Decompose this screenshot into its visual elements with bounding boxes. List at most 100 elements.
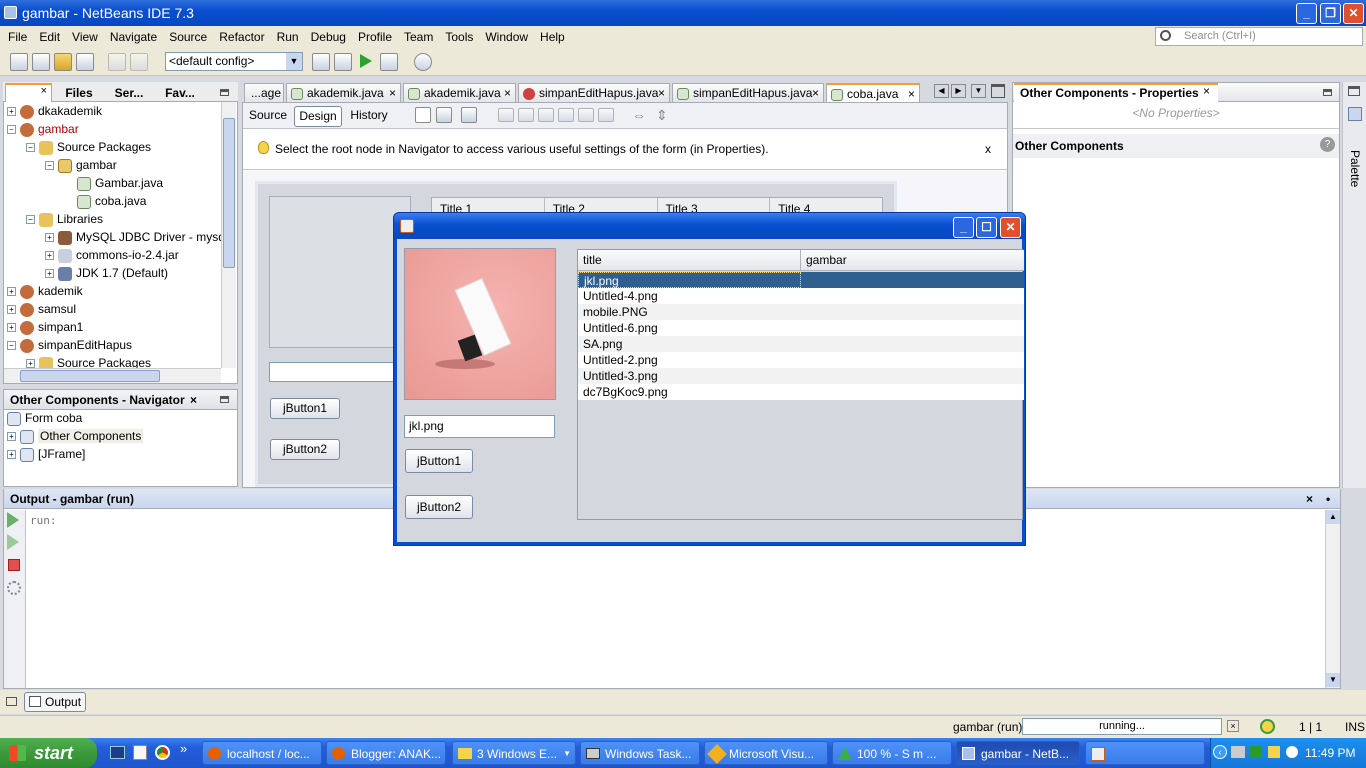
clean-build-icon[interactable]	[334, 53, 352, 71]
align-right-icon[interactable]	[518, 108, 534, 122]
scroll-tabs-left-icon[interactable]: ◀	[934, 84, 949, 98]
menu-source[interactable]: Source	[163, 30, 213, 44]
profile-icon[interactable]	[414, 53, 432, 71]
rerun-with-params-icon[interactable]	[7, 534, 19, 550]
minimize-panel-icon[interactable]: •	[1326, 489, 1330, 509]
align-left-icon[interactable]	[498, 108, 514, 122]
tray-app-icon[interactable]	[1286, 746, 1298, 758]
close-button[interactable]: ✕	[1343, 3, 1364, 24]
save-all-icon[interactable]	[76, 53, 94, 71]
editor-tab-active[interactable]: coba.java ×	[826, 83, 920, 102]
volume-icon[interactable]	[1250, 746, 1262, 758]
menu-tools[interactable]: Tools	[439, 30, 479, 44]
scroll-up-icon[interactable]: ▲	[1326, 510, 1340, 524]
connection-mode-icon[interactable]	[436, 107, 452, 123]
scroll-tabs-right-icon[interactable]: ▶	[951, 84, 966, 98]
resize-horizontal-icon[interactable]: ⇔	[632, 107, 646, 123]
preview-design-icon[interactable]	[461, 107, 477, 123]
tab-services[interactable]: Ser...	[105, 84, 153, 102]
editor-tab[interactable]: akademik.java ×	[286, 83, 401, 102]
table-row[interactable]: mobile.PNG	[578, 304, 1024, 320]
table-row[interactable]: Untitled-3.png	[578, 368, 1024, 384]
open-project-icon[interactable]	[54, 53, 72, 71]
minimize-panel-icon[interactable]	[220, 89, 229, 96]
settings-icon[interactable]	[7, 581, 21, 595]
mode-source-button[interactable]: Source	[246, 107, 290, 126]
redo-icon[interactable]	[130, 53, 148, 71]
taskbar-item[interactable]: Blogger: ANAK...	[326, 741, 446, 765]
cancel-task-icon[interactable]: ×	[1227, 720, 1239, 732]
taskbar-item[interactable]: Windows Task...	[580, 741, 700, 765]
hint-close-button[interactable]: x	[985, 142, 991, 156]
dialog-button2[interactable]: jButton2	[405, 495, 473, 519]
tree-node[interactable]: − Source Packages	[7, 138, 225, 156]
start-button[interactable]: start	[0, 738, 97, 768]
align-bottom-icon[interactable]	[578, 108, 594, 122]
editor-tab[interactable]: ...age	[244, 83, 284, 102]
close-icon[interactable]: ×	[41, 85, 47, 97]
menu-team[interactable]: Team	[398, 30, 439, 44]
taskbar-item[interactable]: localhost / loc...	[202, 741, 322, 765]
tree-node[interactable]: + MySQL JDBC Driver - mysql-	[7, 228, 225, 246]
center-vertical-icon[interactable]	[598, 108, 614, 122]
design-button2[interactable]: jButton2	[270, 439, 340, 460]
tree-node[interactable]: + dkakademik	[7, 102, 225, 120]
tree-node[interactable]: coba.java	[7, 192, 225, 210]
undo-icon[interactable]	[108, 53, 126, 71]
table-row[interactable]: Untitled-4.png	[578, 288, 1024, 304]
dialog-maximize-button[interactable]: ☐	[976, 217, 997, 238]
show-desktop-icon[interactable]	[110, 746, 125, 759]
table-row-selected[interactable]: jkl.png	[578, 272, 1024, 288]
chrome-icon[interactable]	[155, 745, 170, 760]
taskbar-item[interactable]: Microsoft Visu...	[704, 741, 828, 765]
navigator-item[interactable]: Form coba	[7, 409, 235, 427]
tray-expand-icon[interactable]: ‹	[1213, 745, 1227, 759]
menu-navigate[interactable]: Navigate	[104, 30, 163, 44]
menu-run[interactable]: Run	[271, 30, 305, 44]
config-select[interactable]: <default config> ▼	[165, 52, 303, 71]
menu-view[interactable]: View	[66, 30, 104, 44]
close-icon[interactable]: ×	[190, 390, 197, 410]
close-icon[interactable]: ×	[1306, 489, 1313, 509]
taskbar-item-java[interactable]	[1085, 741, 1205, 765]
column-header-gambar[interactable]: gambar	[801, 250, 1024, 270]
menu-edit[interactable]: Edit	[33, 30, 66, 44]
tree-vertical-scrollbar[interactable]	[221, 102, 236, 368]
projects-tab-active[interactable]: ×	[5, 83, 52, 102]
tree-node[interactable]: − gambar	[7, 156, 225, 174]
minimize-panel-icon[interactable]	[1323, 89, 1332, 96]
menu-help[interactable]: Help	[534, 30, 571, 44]
tab-files[interactable]: Files	[56, 84, 102, 102]
new-project-icon[interactable]	[32, 53, 50, 71]
dialog-button1[interactable]: jButton1	[405, 449, 473, 473]
tree-node[interactable]: + samsul	[7, 300, 225, 318]
network-icon[interactable]	[1231, 746, 1245, 758]
table-row[interactable]: Untitled-6.png	[578, 320, 1024, 336]
stop-icon[interactable]	[8, 559, 20, 571]
tree-horizontal-scrollbar[interactable]	[4, 368, 221, 383]
taskbar-item[interactable]: 100 % - S m ...	[832, 741, 952, 765]
minimize-panel-icon[interactable]	[220, 396, 229, 403]
design-text-field[interactable]	[269, 362, 399, 382]
design-button1[interactable]: jButton1	[270, 398, 340, 419]
tray-app-icon[interactable]	[1268, 746, 1280, 758]
new-file-icon[interactable]	[10, 53, 28, 71]
menu-file[interactable]: File	[2, 30, 33, 44]
debug-icon[interactable]	[380, 53, 398, 71]
close-icon[interactable]: ×	[1203, 84, 1210, 98]
output-window-tab[interactable]: Output	[24, 692, 86, 712]
build-icon[interactable]	[312, 53, 330, 71]
maximize-editor-icon[interactable]	[991, 84, 1005, 98]
tree-node[interactable]: − gambar	[7, 120, 225, 138]
navigator-item[interactable]: + [JFrame]	[7, 445, 235, 463]
tree-node[interactable]: + Source Packages	[7, 354, 225, 368]
editor-tab[interactable]: simpanEditHapus.java ×	[518, 83, 670, 102]
editor-tab[interactable]: simpanEditHapus.java ×	[672, 83, 824, 102]
tree-node[interactable]: + simpan1	[7, 318, 225, 336]
table-row[interactable]: Untitled-2.png	[578, 352, 1024, 368]
minimize-button[interactable]: _	[1296, 3, 1317, 24]
search-box[interactable]: Search (Ctrl+I)	[1155, 27, 1363, 46]
scroll-down-icon[interactable]: ▼	[1326, 673, 1340, 687]
properties-tab[interactable]: Other Components - Properties	[1014, 83, 1218, 102]
tree-node[interactable]: Gambar.java	[7, 174, 225, 192]
